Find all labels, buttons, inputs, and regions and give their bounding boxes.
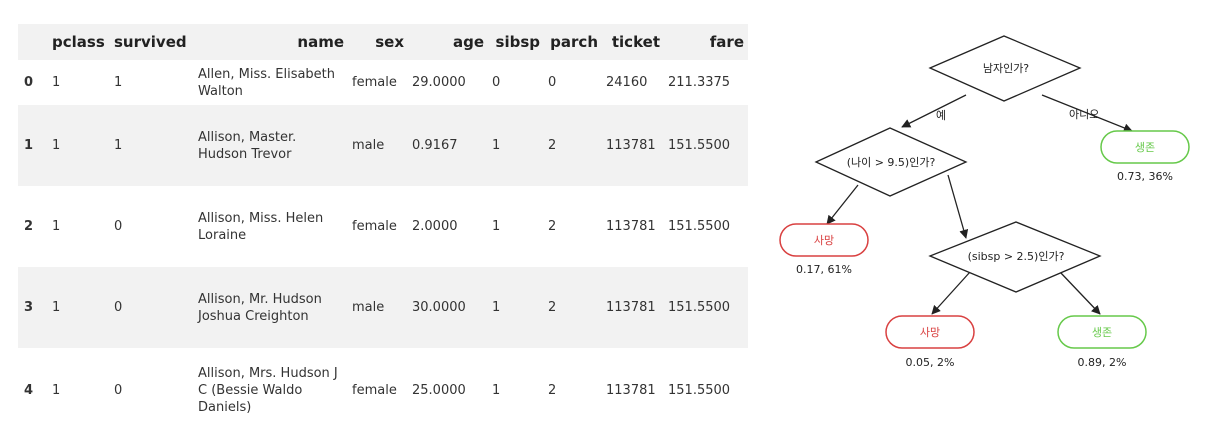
cell-parch: 0 bbox=[548, 75, 557, 90]
edge-sibsp-to-survived bbox=[1059, 271, 1101, 315]
sibsp-decision-label: (sibsp > 2.5)인가? bbox=[968, 250, 1065, 263]
cell-ticket: 24160 bbox=[606, 75, 648, 90]
cell-survived: 0 bbox=[114, 382, 123, 398]
cell-parch: 2 bbox=[548, 300, 557, 315]
leaf-survived-root-label: 생존 bbox=[1135, 141, 1155, 154]
column-header-ticket: ticket bbox=[611, 33, 660, 51]
column-header-index bbox=[18, 24, 48, 60]
table-row: 0 1 1 Allen, Miss. Elisabeth Walton fema… bbox=[18, 60, 748, 105]
leaf-survived-root-stat: 0.73, 36% bbox=[1117, 170, 1173, 183]
leaf-survived-sibsp-label: 생존 bbox=[1092, 326, 1112, 339]
cell-sibsp: 1 bbox=[492, 219, 501, 234]
leaf-survived-sibsp: 생존 0.89, 2% bbox=[1057, 315, 1147, 369]
edge-root-to-age bbox=[901, 94, 967, 128]
cell-sex: male bbox=[352, 300, 385, 315]
root-decision-node: 남자인가? bbox=[928, 35, 1082, 102]
passenger-table: pclass survived name sex age sibsp parch… bbox=[18, 24, 748, 432]
table-row: 2 1 0 Allison, Miss. Helen Loraine femal… bbox=[18, 186, 748, 267]
table-row: 3 1 0 Allison, Mr. Hudson Joshua Creight… bbox=[18, 267, 748, 348]
leaf-died-sibsp-stat: 0.05, 2% bbox=[906, 356, 955, 369]
cell-name: Allison, Miss. Helen Loraine bbox=[198, 210, 324, 243]
column-header-fare: fare bbox=[709, 33, 744, 51]
cell-sibsp: 1 bbox=[492, 138, 501, 153]
leaf-died-age-label: 사망 bbox=[814, 234, 834, 247]
cell-parch: 2 bbox=[548, 219, 557, 234]
cell-parch: 2 bbox=[548, 138, 557, 153]
cell-fare: 151.5500 bbox=[668, 219, 731, 234]
cell-ticket: 113781 bbox=[606, 219, 656, 234]
cell-sibsp: 1 bbox=[492, 300, 501, 315]
cell-pclass: 1 bbox=[52, 300, 61, 315]
cell-sibsp: 0 bbox=[492, 75, 501, 90]
cell-sibsp: 1 bbox=[492, 382, 501, 398]
leaf-died-age: 사망 0.17, 61% bbox=[779, 223, 869, 276]
leaf-survived-root: 생존 0.73, 36% bbox=[1100, 130, 1190, 183]
cell-age: 30.0000 bbox=[412, 300, 466, 315]
passenger-table-panel: pclass survived name sex age sibsp parch… bbox=[18, 24, 748, 432]
cell-survived: 0 bbox=[114, 300, 123, 315]
table-row: 1 1 1 Allison, Master. Hudson Trevor mal… bbox=[18, 105, 748, 186]
cell-sex: female bbox=[352, 219, 397, 234]
table-row: 4 1 0 Allison, Mrs. Hudson J C (Bessie W… bbox=[18, 348, 748, 432]
cell-fare: 151.5500 bbox=[668, 382, 731, 398]
column-header-name: name bbox=[297, 33, 344, 51]
cell-pclass: 1 bbox=[52, 138, 61, 153]
column-header-sex: sex bbox=[375, 33, 404, 51]
cell-name: Allison, Mr. Hudson Joshua Creighton bbox=[198, 291, 322, 324]
row-index: 2 bbox=[24, 219, 34, 234]
age-decision-node: (나이 > 9.5)인가? bbox=[814, 127, 968, 197]
root-decision-label: 남자인가? bbox=[983, 62, 1029, 75]
cell-ticket: 113781 bbox=[606, 382, 656, 398]
edge-label-yes: 예 bbox=[936, 109, 946, 122]
edge-age-to-sibsp bbox=[947, 174, 969, 239]
edge-age-to-died bbox=[826, 184, 859, 225]
cell-name: Allen, Miss. Elisabeth Walton bbox=[198, 66, 336, 99]
leaf-died-sibsp: 사망 0.05, 2% bbox=[885, 315, 975, 369]
cell-ticket: 113781 bbox=[606, 138, 656, 153]
leaf-died-age-stat: 0.17, 61% bbox=[796, 263, 852, 276]
cell-fare: 151.5500 bbox=[668, 300, 731, 315]
cell-pclass: 1 bbox=[52, 382, 61, 398]
edge-sibsp-to-died bbox=[931, 271, 971, 315]
cell-pclass: 1 bbox=[52, 75, 61, 90]
row-index: 0 bbox=[24, 75, 34, 90]
cell-survived: 1 bbox=[114, 138, 123, 153]
table-header-row: pclass survived name sex age sibsp parch… bbox=[18, 24, 748, 60]
cell-ticket: 113781 bbox=[606, 300, 656, 315]
cell-age: 25.0000 bbox=[412, 382, 466, 398]
cell-survived: 0 bbox=[114, 219, 123, 234]
cell-age: 29.0000 bbox=[412, 75, 466, 90]
row-index: 1 bbox=[24, 138, 34, 153]
cell-sex: female bbox=[352, 75, 397, 90]
column-header-survived: survived bbox=[114, 33, 187, 51]
cell-pclass: 1 bbox=[52, 219, 61, 234]
row-index: 3 bbox=[24, 300, 34, 315]
row-index: 4 bbox=[24, 382, 34, 398]
cell-fare: 151.5500 bbox=[668, 138, 731, 153]
cell-survived: 1 bbox=[114, 75, 123, 90]
age-decision-label: (나이 > 9.5)인가? bbox=[847, 156, 936, 169]
sibsp-decision-node: (sibsp > 2.5)인가? bbox=[928, 221, 1102, 293]
cell-age: 2.0000 bbox=[412, 219, 458, 234]
edge-label-no: 아니오 bbox=[1069, 108, 1099, 121]
decision-tree-diagram: 예 아니오 남자인가? (나이 > 9.5)인가? (sibsp > 2.5)인… bbox=[770, 0, 1218, 431]
cell-sex: male bbox=[352, 138, 385, 153]
cell-name: Allison, Master. Hudson Trevor bbox=[198, 129, 297, 162]
cell-fare: 211.3375 bbox=[668, 75, 731, 90]
cell-sex: female bbox=[352, 382, 397, 398]
cell-age: 0.9167 bbox=[412, 138, 458, 153]
column-header-age: age bbox=[452, 33, 484, 51]
decision-tree-svg: 예 아니오 남자인가? (나이 > 9.5)인가? (sibsp > 2.5)인… bbox=[779, 35, 1190, 369]
column-header-parch: parch bbox=[550, 33, 598, 51]
cell-parch: 2 bbox=[548, 382, 557, 398]
leaf-survived-sibsp-stat: 0.89, 2% bbox=[1078, 356, 1127, 369]
leaf-died-sibsp-label: 사망 bbox=[920, 326, 940, 339]
column-header-sibsp: sibsp bbox=[495, 33, 540, 51]
cell-name: Allison, Mrs. Hudson J C (Bessie Waldo D… bbox=[198, 365, 338, 415]
column-header-pclass: pclass bbox=[52, 33, 105, 51]
